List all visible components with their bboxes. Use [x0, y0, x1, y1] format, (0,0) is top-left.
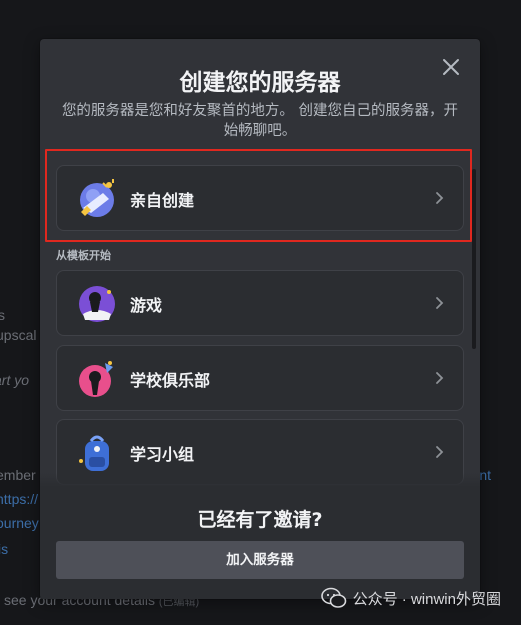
- modal-subtitle: 您的服务器是您和好友聚首的地方。 创建您自己的服务器，开始畅聊吧。: [61, 103, 459, 139]
- scrollbar[interactable]: [472, 169, 476, 349]
- chevron-right-icon: [436, 192, 444, 204]
- background-text: art yo: [0, 372, 30, 388]
- background-link: nt: [479, 467, 491, 483]
- modal-title: 创建您的服务器: [179, 70, 341, 96]
- background-text: ember: [0, 467, 36, 483]
- create-own-label: 亲自创建: [130, 191, 195, 210]
- chevron-right-icon: [436, 297, 444, 309]
- wechat-icon: [320, 587, 346, 608]
- template-study-group-label: 学习小组: [130, 445, 195, 464]
- create-server-modal: 创建您的服务器 您的服务器是您和好友聚首的地方。 创建您自己的服务器，开始畅聊吧…: [40, 39, 480, 599]
- background-link: is: [0, 541, 9, 557]
- template-gaming-button[interactable]: 游戏: [56, 270, 464, 336]
- gaming-icon: [79, 286, 115, 322]
- join-server-button[interactable]: 加入服务器: [56, 541, 464, 579]
- modal-footer: 已经有了邀请? 加入服务器: [40, 487, 480, 599]
- school-club-icon: [79, 361, 113, 397]
- study-backpack-icon: [79, 435, 109, 471]
- create-own-button[interactable]: 亲自创建: [56, 165, 464, 231]
- background-link: https://: [0, 491, 39, 507]
- chevron-right-icon: [436, 372, 444, 384]
- template-school-club-button[interactable]: 学校俱乐部: [56, 345, 464, 411]
- chevron-right-icon: [436, 446, 444, 458]
- watermark-text: 公众号 · winwin外贸圈: [352, 590, 501, 608]
- invite-heading: 已经有了邀请?: [197, 509, 323, 531]
- background-text: s: [0, 307, 5, 323]
- template-gaming-label: 游戏: [130, 296, 163, 315]
- background-link: ourney: [0, 515, 39, 531]
- template-school-club-label: 学校俱乐部: [130, 371, 211, 390]
- background-text: upscal: [0, 327, 37, 343]
- globe-sparkle-icon: [80, 179, 114, 217]
- template-section-label: 从模板开始: [56, 249, 111, 262]
- watermark: 公众号 · winwin外贸圈: [320, 587, 501, 609]
- footer-fade: [40, 473, 480, 487]
